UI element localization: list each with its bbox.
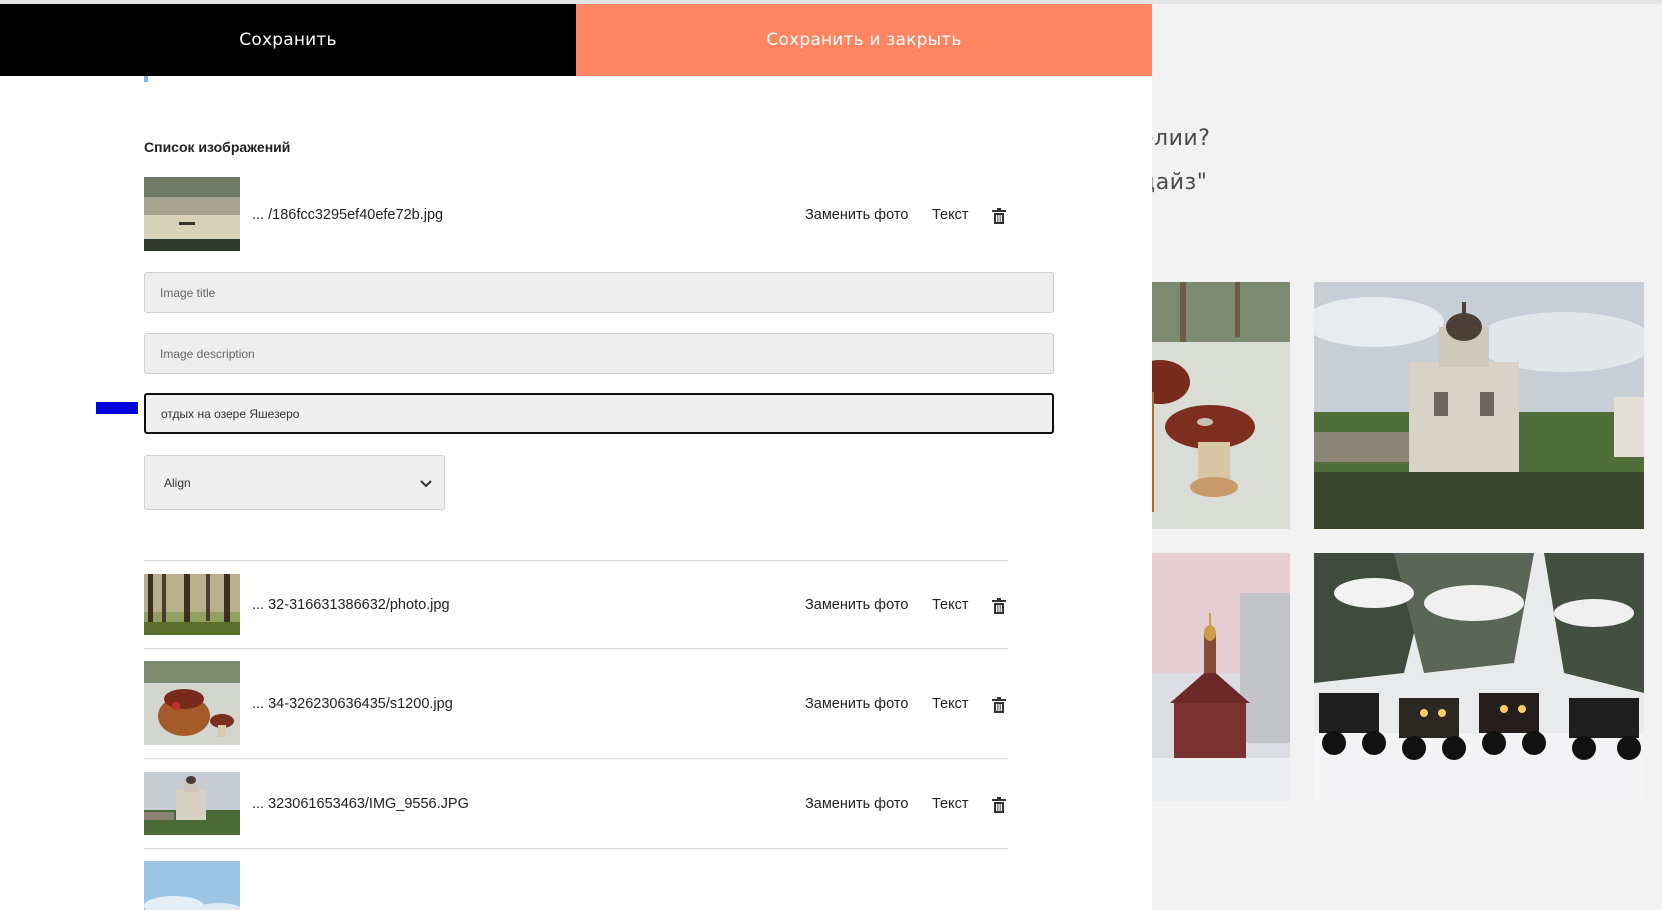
image-description-input[interactable]	[144, 333, 1054, 374]
replace-photo-button[interactable]: Заменить фото	[805, 597, 908, 613]
image-file-name: ... 323061653463/IMG_9556.JPG	[252, 796, 469, 812]
align-select-label: Align	[164, 476, 191, 490]
gallery-photo-chapel[interactable]	[1140, 553, 1290, 801]
save-button[interactable]: Сохранить	[0, 4, 576, 76]
image-file-name: ... 32-316631386632/photo.jpg	[252, 597, 450, 613]
replace-photo-button[interactable]: Заменить фото	[805, 207, 908, 223]
scroll-marker	[144, 76, 148, 82]
thumbnail-forest	[144, 574, 240, 635]
thumbnail-mushroom-basket	[144, 661, 240, 745]
align-select[interactable]: Align	[144, 455, 445, 510]
trash-icon[interactable]	[992, 597, 1008, 615]
image-file-name: ... 34-326230636435/s1200.jpg	[252, 696, 453, 712]
gallery-photo-atvs[interactable]	[1314, 553, 1644, 801]
trash-icon[interactable]	[992, 207, 1008, 225]
chevron-down-icon	[420, 480, 432, 488]
text-button[interactable]: Текст	[932, 207, 969, 223]
save-and-close-button[interactable]: Сохранить и закрыть	[576, 4, 1152, 76]
gallery-photo-mushrooms[interactable]	[1140, 282, 1290, 529]
thumbnail-sky	[144, 861, 240, 910]
focus-indicator-marker	[96, 402, 138, 414]
trash-icon[interactable]	[992, 696, 1008, 714]
replace-photo-button[interactable]: Заменить фото	[805, 796, 908, 812]
list-divider	[144, 758, 1008, 759]
thumbnail-lake-fog	[144, 177, 240, 251]
editor-toolbar: Сохранить Сохранить и закрыть	[0, 4, 1152, 76]
image-editor-panel: Сохранить Сохранить и закрыть Список изо…	[0, 4, 1152, 910]
list-divider	[144, 848, 1008, 849]
text-button[interactable]: Текст	[932, 796, 969, 812]
list-divider	[144, 648, 1008, 649]
replace-photo-button[interactable]: Заменить фото	[805, 696, 908, 712]
text-button[interactable]: Текст	[932, 597, 969, 613]
image-list-title: Список изображений	[144, 139, 291, 155]
text-button[interactable]: Текст	[932, 696, 969, 712]
image-alt-text-input[interactable]	[144, 393, 1054, 434]
list-divider	[144, 560, 1008, 561]
trash-icon[interactable]	[992, 796, 1008, 814]
image-file-name: ... /186fcc3295ef40efe72b.jpg	[252, 207, 444, 223]
gallery-photo-church-ruin[interactable]	[1314, 282, 1644, 529]
thumbnail-church-ruin	[144, 772, 240, 835]
image-title-input[interactable]	[144, 272, 1054, 313]
